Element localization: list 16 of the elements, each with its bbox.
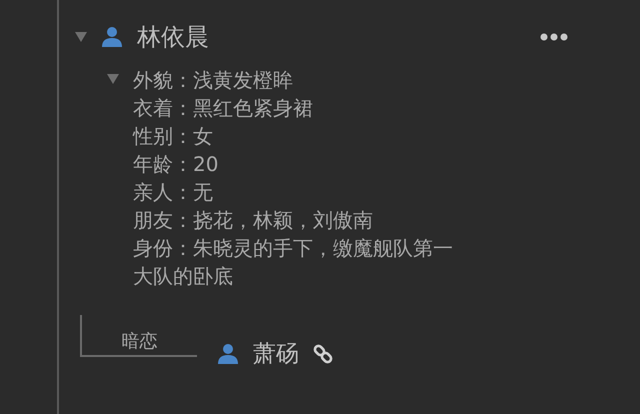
disclosure-triangle[interactable]: [107, 74, 119, 84]
person-icon: [101, 26, 123, 48]
attribute-text: 年龄：20: [133, 151, 220, 178]
related-node-title: 萧砀: [253, 340, 299, 369]
attribute-text: 朋友：挠花，林颖，刘傲南: [133, 207, 374, 234]
node-title: 林依晨: [137, 22, 209, 53]
disclosure-triangle[interactable]: [75, 32, 87, 42]
attribute-text: 亲人：无: [133, 179, 214, 206]
relation-label: 暗恋: [122, 330, 158, 354]
person-icon: [217, 342, 239, 364]
attribute-text: 外貌：浅黄发橙眸: [133, 67, 294, 94]
more-icon[interactable]: [540, 33, 568, 41]
link-icon[interactable]: [313, 344, 333, 364]
attribute-text: 性别：女: [133, 123, 214, 150]
attribute-text: 衣着：黑红色紧身裙: [133, 95, 314, 122]
attribute-text: 身份：朱晓灵的手下，缴魔舰队第一大队的卧底: [133, 235, 454, 290]
